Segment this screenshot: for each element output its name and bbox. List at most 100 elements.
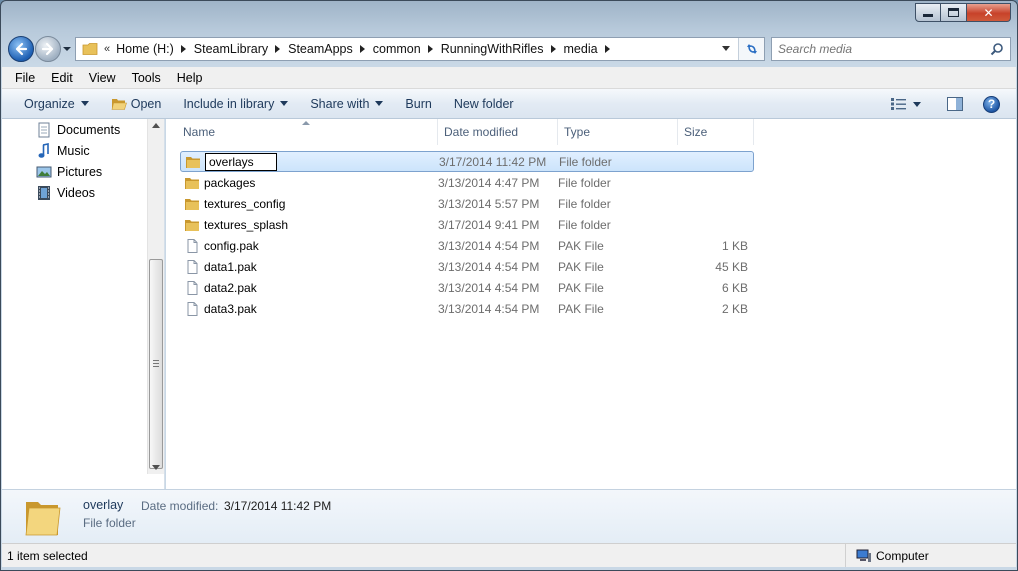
column-header-size[interactable]: Size	[678, 119, 754, 145]
search-icon[interactable]	[990, 42, 1004, 56]
menu-tools[interactable]: Tools	[124, 67, 169, 89]
search-input[interactable]	[778, 42, 990, 56]
music-icon	[38, 142, 49, 158]
type-cell: File folder	[558, 175, 611, 190]
details-item-name: overlay	[83, 498, 124, 512]
file-name: data3.pak	[204, 301, 257, 316]
sidebar-item-videos[interactable]: Videos	[2, 182, 147, 203]
breadcrumb-runningwithrifles[interactable]: RunningWithRifles	[441, 42, 544, 56]
type-cell: PAK File	[558, 259, 604, 274]
column-header-label: Type	[564, 125, 591, 139]
status-location-label: Computer	[876, 548, 929, 563]
rename-input[interactable]: overlays	[205, 152, 277, 171]
table-row[interactable]: data3.pak 3/13/2014 4:54 PM PAK File 2 KB	[180, 298, 754, 319]
close-button[interactable]: ✕	[967, 3, 1011, 22]
column-header-type[interactable]: Type	[558, 119, 678, 145]
table-row[interactable]: textures_splash 3/17/2014 9:41 PM File fol…	[180, 214, 754, 235]
chevron-down-icon	[80, 101, 89, 106]
column-header-name[interactable]: Name	[166, 119, 438, 145]
name-cell: config.pak	[180, 238, 438, 253]
breadcrumb-separator-icon[interactable]	[180, 45, 186, 53]
maximize-button[interactable]	[941, 3, 967, 22]
scroll-up-icon[interactable]	[152, 123, 160, 128]
open-label: Open	[130, 96, 162, 111]
file-icon	[187, 280, 198, 295]
burn-button[interactable]: Burn	[394, 89, 442, 119]
sidebar-item-pictures[interactable]: Pictures	[2, 161, 147, 182]
library-list: Documents Music Pictures Videos	[2, 119, 147, 203]
breadcrumb-steamapps[interactable]: SteamApps	[288, 42, 353, 56]
name-cell: textures_config	[180, 197, 438, 211]
table-row[interactable]: textures_config 3/13/2014 5:57 PM File fol…	[180, 193, 754, 214]
file-list: Name Date modified Type Size overlays 3/1…	[166, 119, 1016, 489]
size-cell: 6 KB	[721, 280, 748, 295]
menu-edit[interactable]: Edit	[43, 67, 81, 89]
column-header-label: Name	[183, 125, 216, 139]
file-icon	[187, 259, 198, 274]
breadcrumb-common[interactable]: common	[373, 42, 421, 56]
command-bar: Organize Open Include in library Share w…	[2, 89, 1016, 119]
minimize-button[interactable]	[915, 3, 941, 22]
search-box[interactable]	[771, 37, 1011, 61]
size-cell: 2 KB	[721, 301, 748, 316]
address-overflow-icon[interactable]: «	[104, 43, 110, 55]
navigation-row: « Home (H:) SteamLibrary SteamApps commo…	[1, 35, 1017, 63]
breadcrumb-steamlibrary[interactable]: SteamLibrary	[194, 42, 268, 56]
table-row[interactable]: data2.pak 3/13/2014 4:54 PM PAK File 6 KB	[180, 277, 754, 298]
open-button[interactable]: Open	[100, 89, 173, 119]
share-with-button[interactable]: Share with	[299, 89, 394, 119]
scroll-down-icon[interactable]	[152, 465, 160, 470]
title-bar[interactable]: ✕	[1, 1, 1017, 31]
size-cell: 45 KB	[715, 259, 748, 274]
date-cell: 3/13/2014 4:54 PM	[438, 280, 540, 295]
scrollbar-thumb[interactable]	[149, 259, 163, 469]
breadcrumb-separator-icon[interactable]	[550, 45, 556, 53]
table-row[interactable]: overlays 3/17/2014 11:42 PM File folder	[180, 151, 754, 172]
menu-file[interactable]: File	[2, 67, 43, 89]
selection-count: 1 item selected	[7, 549, 88, 563]
back-button[interactable]	[8, 36, 34, 62]
menu-view[interactable]: View	[81, 67, 124, 89]
type-cell: PAK File	[558, 238, 604, 253]
forward-button[interactable]	[35, 36, 61, 62]
breadcrumb-separator-icon[interactable]	[275, 45, 281, 53]
breadcrumb-separator-icon[interactable]	[604, 45, 610, 53]
file-name: textures_config	[204, 196, 286, 211]
organize-button[interactable]: Organize	[2, 89, 100, 119]
file-rows: overlays 3/17/2014 11:42 PM File folder pac…	[180, 151, 754, 319]
column-header-label: Size	[684, 125, 708, 139]
breadcrumb-home[interactable]: Home (H:)	[116, 42, 174, 56]
type-cell: PAK File	[558, 301, 604, 316]
breadcrumb-media[interactable]: media	[564, 42, 598, 56]
refresh-button[interactable]	[738, 38, 764, 60]
menu-help[interactable]: Help	[169, 67, 211, 89]
file-icon	[187, 301, 198, 316]
recent-pages-dropdown-icon[interactable]	[62, 44, 72, 54]
navigation-pane: Documents Music Pictures Videos	[2, 119, 165, 489]
share-with-label: Share with	[310, 96, 370, 111]
address-bar[interactable]: « Home (H:) SteamLibrary SteamApps commo…	[75, 37, 765, 61]
navigation-scrollbar[interactable]	[147, 119, 164, 474]
column-header-date-modified[interactable]: Date modified	[438, 119, 558, 145]
documents-icon	[38, 122, 50, 137]
open-folder-icon	[111, 98, 127, 110]
view-options-dropdown-icon[interactable]	[913, 101, 921, 107]
preview-pane-icon[interactable]	[947, 97, 963, 111]
sidebar-item-documents[interactable]: Documents	[2, 119, 147, 140]
help-icon[interactable]: ?	[983, 95, 1000, 113]
date-cell: 3/13/2014 5:57 PM	[438, 196, 540, 211]
size-cell: 1 KB	[721, 238, 748, 253]
sidebar-item-music[interactable]: Music	[2, 140, 147, 161]
address-dropdown-icon[interactable]	[722, 46, 730, 51]
table-row[interactable]: data1.pak 3/13/2014 4:54 PM PAK File 45 KB	[180, 256, 754, 277]
breadcrumb-separator-icon[interactable]	[427, 45, 433, 53]
table-row[interactable]: packages 3/13/2014 4:47 PM File folder	[180, 172, 754, 193]
table-row[interactable]: config.pak 3/13/2014 4:54 PM PAK File 1 KB	[180, 235, 754, 256]
window-controls: ✕	[915, 3, 1011, 22]
type-cell: File folder	[558, 196, 611, 211]
view-details-icon[interactable]	[891, 98, 907, 110]
include-in-library-button[interactable]: Include in library	[172, 89, 299, 119]
file-icon	[187, 238, 198, 253]
new-folder-button[interactable]: New folder	[443, 89, 525, 119]
breadcrumb-separator-icon[interactable]	[359, 45, 365, 53]
